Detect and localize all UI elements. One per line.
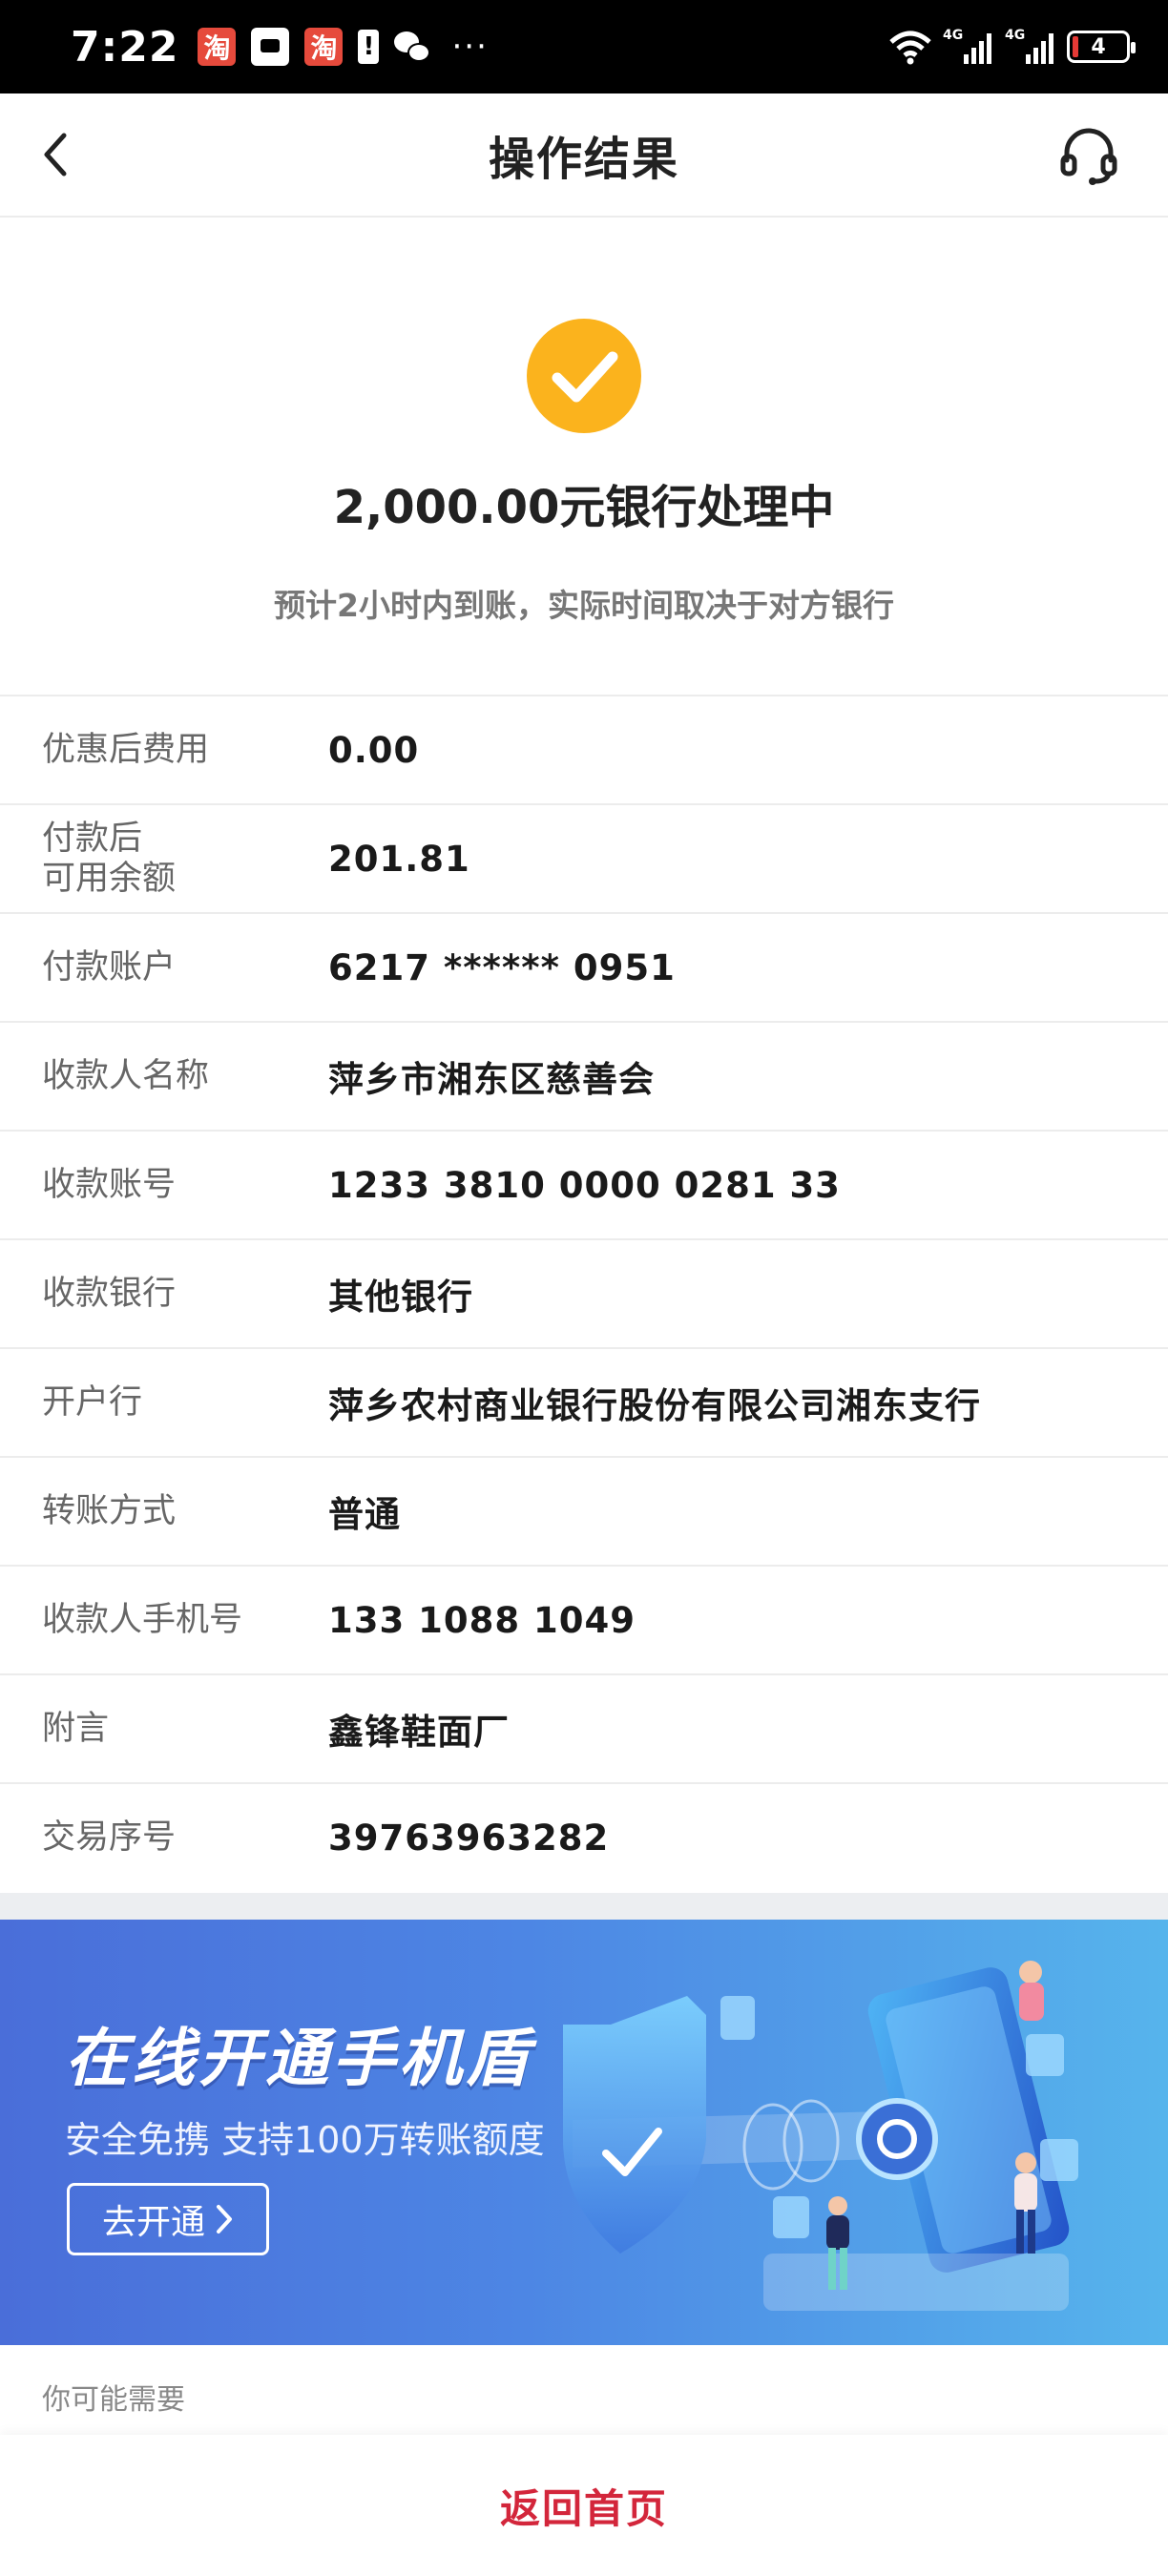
detail-row-branch: 开户行 萍乡农村商业银行股份有限公司湘东支行 [0,1347,1168,1456]
promo-banner[interactable]: 在线开通手机盾 安全免携 支持100万转账额度 去开通 [0,1920,1168,2345]
cell-signal-icon-2: 4G [1005,28,1053,64]
wechat-icon [394,30,432,64]
detail-value: 普通 [328,1494,401,1535]
detail-value: 201.81 [328,838,470,880]
detail-row-fee: 优惠后费用 0.00 [0,695,1168,803]
battery-icon: 4 [1067,31,1136,63]
detail-label: 交易序号 [42,1818,177,1857]
page-title: 操作结果 [488,133,679,186]
open-now-label: 去开通 [101,2203,205,2242]
taobao-app-icon-2: 淘 [304,28,344,66]
transfer-details: 优惠后费用 0.00 付款后 可用余额 201.81 付款账户 6217 ***… [0,695,1168,1891]
message-app-icon [251,28,290,66]
security-shield-illustration [563,1961,1078,2311]
return-home-button[interactable]: 返回首页 [500,2477,668,2535]
banner-title: 在线开通手机盾 [65,2022,532,2095]
section-divider [0,1893,1168,1920]
detail-row-payee-phone: 收款人手机号 133 1088 1049 [0,1565,1168,1673]
detail-label: 付款后 可用余额 [42,820,177,898]
customer-service-button[interactable] [1057,124,1120,187]
detail-label: 付款账户 [42,948,177,987]
footer-bar: 返回首页 [0,2435,1168,2576]
chevron-right-icon [217,2205,232,2233]
detail-row-payee-bank: 收款银行 其他银行 [0,1238,1168,1347]
detail-label: 转账方式 [42,1492,177,1530]
detail-value: 萍乡农村商业银行股份有限公司湘东支行 [328,1385,981,1426]
detail-label: 收款人手机号 [42,1601,243,1639]
detail-value: 133 1088 1049 [328,1599,636,1641]
detail-row-payee-account: 收款账号 1233 3810 0000 0281 33 [0,1130,1168,1238]
result-section: 2,000.00元银行处理中 预计2小时内到账，实际时间取决于对方银行 [0,219,1168,695]
detail-value: 0.00 [328,729,420,771]
header: 操作结果 [0,93,1168,218]
system-icons: 4G 4G 4 [887,28,1136,65]
detail-label: 收款账号 [42,1166,177,1204]
headset-icon [1060,128,1117,185]
back-button[interactable] [27,126,84,183]
arrival-note: 预计2小时内到账，实际时间取决于对方银行 [274,587,894,624]
amount-status: 2,000.00元银行处理中 [333,481,835,534]
taobao-app-icon: 淘 [198,28,237,66]
cell-signal-icon: 4G [943,28,991,64]
detail-value: 6217 ****** 0951 [328,946,676,988]
detail-row-method: 转账方式 普通 [0,1456,1168,1565]
wifi-icon [889,31,931,65]
detail-row-serial: 交易序号 39763963282 [0,1782,1168,1891]
detail-value: 萍乡市湘东区慈善会 [328,1059,655,1100]
status-bar: 7:22 淘 淘 ! ··· 4G 4G 4 [0,0,1168,93]
detail-value: 1233 3810 0000 0281 33 [328,1164,841,1206]
detail-row-payer-account: 付款账户 6217 ****** 0951 [0,912,1168,1021]
detail-row-memo: 附言 鑫锋鞋面厂 [0,1673,1168,1782]
detail-row-payee-name: 收款人名称 萍乡市湘东区慈善会 [0,1021,1168,1130]
open-now-button[interactable]: 去开通 [67,2183,269,2255]
notification-icons: 淘 淘 ! ··· [198,28,488,66]
recommend-section-label: 你可能需要 [42,2383,185,2417]
detail-label: 开户行 [42,1383,143,1422]
alert-icon: ! [358,30,380,64]
success-check-icon [527,319,641,433]
detail-label: 收款人名称 [42,1057,210,1095]
detail-value: 其他银行 [328,1277,473,1318]
status-time: 7:22 [71,22,179,72]
more-notifications-icon: ··· [451,28,489,66]
detail-label: 附言 [42,1710,110,1748]
banner-subtitle: 安全免携 支持100万转账额度 [65,2119,545,2161]
detail-value: 鑫锋鞋面厂 [328,1712,510,1753]
chevron-left-icon [44,133,67,177]
detail-label: 收款银行 [42,1275,177,1313]
detail-value: 39763963282 [328,1817,610,1859]
detail-row-balance: 付款后 可用余额 201.81 [0,803,1168,912]
detail-label: 优惠后费用 [42,731,210,769]
